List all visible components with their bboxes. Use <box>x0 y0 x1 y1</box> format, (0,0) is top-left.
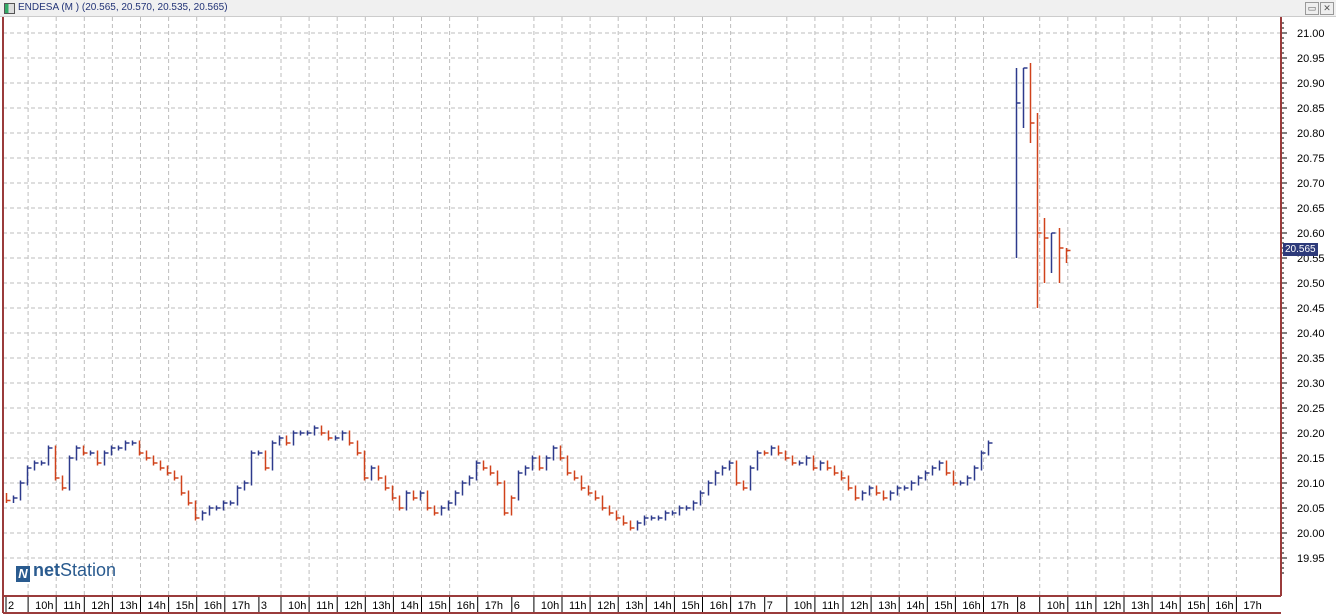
x-tick-label: 16h <box>710 600 728 612</box>
x-tick-label: 12h <box>91 600 109 612</box>
y-tick-label: 20.20 <box>1297 428 1325 440</box>
y-tick-label: 20.10 <box>1297 478 1325 490</box>
x-tick-label: 11h <box>316 600 334 612</box>
x-tick-label: 10h <box>794 600 812 612</box>
x-tick-label: 12h <box>597 600 615 612</box>
x-tick-label: 6 <box>514 600 520 612</box>
x-tick-label: 11h <box>1075 600 1093 612</box>
x-tick-label: 3 <box>261 600 267 612</box>
window-titlebar: ENDESA (M ) (20.565, 20.570, 20.535, 20.… <box>0 0 1336 17</box>
x-tick-label: 16h <box>457 600 475 612</box>
y-tick-label: 20.40 <box>1297 328 1325 340</box>
x-tick-label: 13h <box>1131 600 1149 612</box>
y-tick-label: 21.00 <box>1297 28 1325 40</box>
x-tick-label: 14h <box>148 600 166 612</box>
y-tick-label: 20.05 <box>1297 503 1325 515</box>
x-tick-label: 14h <box>400 600 418 612</box>
x-tick-label: 15h <box>681 600 699 612</box>
y-tick-label: 20.75 <box>1297 153 1325 165</box>
logo-mark: N <box>16 566 30 582</box>
x-tick-label: 15h <box>176 600 194 612</box>
x-tick-label: 13h <box>625 600 643 612</box>
x-tick-label: 14h <box>653 600 671 612</box>
y-tick-label: 20.65 <box>1297 203 1325 215</box>
x-tick-label: 17h <box>738 600 756 612</box>
last-price-label: 20.565 <box>1283 243 1318 256</box>
x-tick-label: 11h <box>63 600 81 612</box>
y-tick-label: 20.70 <box>1297 178 1325 190</box>
close-icon[interactable]: ✕ <box>1320 2 1334 15</box>
restore-icon[interactable]: ▭ <box>1305 2 1319 15</box>
x-tick-label: 12h <box>1103 600 1121 612</box>
x-tick-label: 14h <box>906 600 924 612</box>
logo-bold: net <box>33 560 60 580</box>
chart-window-icon <box>4 3 15 14</box>
price-chart[interactable]: 21.00 20.95 20.90 20.85 20.80 20.75 20.70 20.65… <box>0 17 1336 614</box>
y-tick-label: 20.90 <box>1297 78 1325 90</box>
y-tick-label: 20.00 <box>1297 528 1325 540</box>
x-tick-label: 14h <box>1159 600 1177 612</box>
y-tick-label: 20.95 <box>1297 53 1325 65</box>
x-tick-label: 2 <box>8 600 14 612</box>
x-tick-label: 17h <box>485 600 503 612</box>
x-tick-label: 12h <box>850 600 868 612</box>
y-tick-label: 20.80 <box>1297 128 1325 140</box>
x-tick-label: 13h <box>372 600 390 612</box>
x-tick-label: 13h <box>878 600 896 612</box>
y-tick-label: 20.15 <box>1297 453 1325 465</box>
x-tick-label: 17h <box>232 600 250 612</box>
x-tick-label: 16h <box>1215 600 1233 612</box>
x-tick-label: 15h <box>934 600 952 612</box>
x-tick-label: 10h <box>35 600 53 612</box>
x-tick-label: 17h <box>1243 600 1261 612</box>
x-tick-label: 15h <box>429 600 447 612</box>
y-tick-label: 20.25 <box>1297 403 1325 415</box>
x-tick-label: 10h <box>288 600 306 612</box>
y-tick-label: 20.35 <box>1297 353 1325 365</box>
x-tick-label: 15h <box>1187 600 1205 612</box>
x-tick-label: 13h <box>119 600 137 612</box>
x-tick-label: 10h <box>1047 600 1065 612</box>
y-tick-label: 19.95 <box>1297 553 1325 565</box>
y-tick-label: 20.60 <box>1297 228 1325 240</box>
x-tick-label: 16h <box>962 600 980 612</box>
x-tick-label: 17h <box>991 600 1009 612</box>
logo-rest: Station <box>60 560 117 580</box>
x-tick-label: 16h <box>204 600 222 612</box>
x-tick-label: 10h <box>541 600 559 612</box>
y-tick-label: 20.85 <box>1297 103 1325 115</box>
x-tick-label: 8 <box>1020 600 1026 612</box>
y-tick-label: 20.30 <box>1297 378 1325 390</box>
x-tick-label: 11h <box>822 600 840 612</box>
y-tick-label: 20.45 <box>1297 303 1325 315</box>
x-tick-label: 7 <box>767 600 773 612</box>
y-tick-label: 20.50 <box>1297 278 1325 290</box>
x-tick-label: 11h <box>569 600 587 612</box>
window-title: ENDESA (M ) (20.565, 20.570, 20.535, 20.… <box>18 2 228 13</box>
netstation-logo: NnetStation <box>16 560 116 582</box>
x-tick-label: 12h <box>344 600 362 612</box>
